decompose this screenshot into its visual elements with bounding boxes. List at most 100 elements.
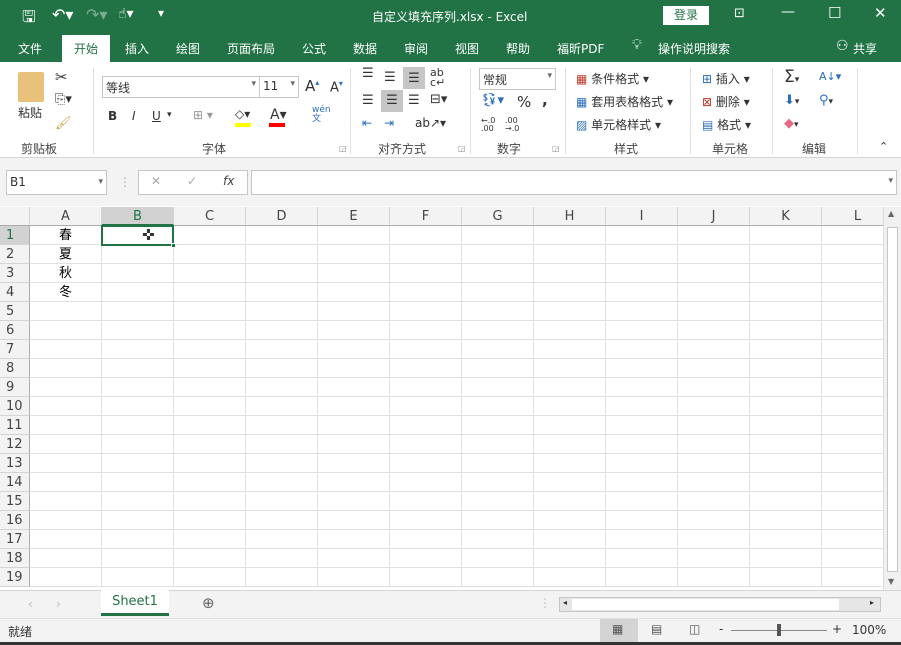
share-button[interactable]: 共享 bbox=[853, 40, 877, 57]
cell-C10[interactable] bbox=[174, 397, 246, 416]
cell-A5[interactable] bbox=[30, 302, 102, 321]
wrap-text-icon[interactable]: ab c↵ bbox=[430, 67, 445, 88]
cell-K8[interactable] bbox=[750, 359, 822, 378]
cell-H17[interactable] bbox=[534, 530, 606, 549]
tab-data[interactable]: 数据 bbox=[353, 40, 377, 57]
ribbon-display-icon[interactable]: ⊡ bbox=[734, 6, 745, 21]
cell-F15[interactable] bbox=[390, 492, 462, 511]
cell-G13[interactable] bbox=[462, 454, 534, 473]
bold-button[interactable]: B bbox=[108, 109, 117, 123]
cell-K15[interactable] bbox=[750, 492, 822, 511]
cell-J4[interactable] bbox=[678, 283, 750, 302]
cell-K5[interactable] bbox=[750, 302, 822, 321]
cell-F19[interactable] bbox=[390, 568, 462, 587]
cell-I19[interactable] bbox=[606, 568, 678, 587]
align-right-icon[interactable]: ☰ bbox=[408, 93, 420, 108]
cell-C7[interactable] bbox=[174, 340, 246, 359]
row-header-16[interactable]: 16 bbox=[0, 511, 30, 530]
scroll-down-icon[interactable]: ▼ bbox=[888, 577, 894, 586]
page-layout-view-icon[interactable]: ▤ bbox=[651, 622, 662, 636]
clear-icon[interactable]: ◆▾ bbox=[784, 116, 799, 131]
paste-icon[interactable] bbox=[18, 72, 44, 102]
row-header-12[interactable]: 12 bbox=[0, 435, 30, 454]
cell-F4[interactable] bbox=[390, 283, 462, 302]
cell-C15[interactable] bbox=[174, 492, 246, 511]
zoom-slider-thumb[interactable] bbox=[777, 624, 781, 636]
column-header-H[interactable]: H bbox=[534, 207, 606, 226]
column-header-J[interactable]: J bbox=[678, 207, 750, 226]
cell-E17[interactable] bbox=[318, 530, 390, 549]
decrease-font-icon[interactable]: A▾ bbox=[330, 79, 343, 95]
close-button[interactable]: ✕ bbox=[874, 4, 887, 22]
tab-file[interactable]: 文件 bbox=[18, 40, 42, 57]
add-sheet-icon[interactable]: ⊕ bbox=[202, 594, 215, 612]
format-cells-button[interactable]: ▤ 格式 ▾ bbox=[702, 116, 751, 133]
cell-E11[interactable] bbox=[318, 416, 390, 435]
decrease-indent-icon[interactable]: ⇤ bbox=[362, 116, 372, 130]
cell-F18[interactable] bbox=[390, 549, 462, 568]
cell-K10[interactable] bbox=[750, 397, 822, 416]
cell-D10[interactable] bbox=[246, 397, 318, 416]
scroll-up-icon[interactable]: ▲ bbox=[888, 209, 894, 218]
increase-font-icon[interactable]: A▴ bbox=[305, 77, 319, 95]
cell-G6[interactable] bbox=[462, 321, 534, 340]
cell-E9[interactable] bbox=[318, 378, 390, 397]
cell-L15[interactable] bbox=[822, 492, 883, 511]
row-header-17[interactable]: 17 bbox=[0, 530, 30, 549]
cell-C14[interactable] bbox=[174, 473, 246, 492]
decrease-decimal-icon[interactable]: .00 →.0 bbox=[505, 117, 519, 133]
increase-decimal-icon[interactable]: ←.0.00 bbox=[481, 117, 495, 133]
row-header-13[interactable]: 13 bbox=[0, 454, 30, 473]
cell-I13[interactable] bbox=[606, 454, 678, 473]
cell-B18[interactable] bbox=[102, 549, 174, 568]
cell-D7[interactable] bbox=[246, 340, 318, 359]
cell-A10[interactable] bbox=[30, 397, 102, 416]
cell-C19[interactable] bbox=[174, 568, 246, 587]
cell-A3[interactable]: 秋 bbox=[30, 264, 102, 283]
sort-filter-icon[interactable]: A↓▾ bbox=[819, 70, 841, 83]
column-header-K[interactable]: K bbox=[750, 207, 822, 226]
row-header-2[interactable]: 2 bbox=[0, 245, 30, 264]
column-header-L[interactable]: L bbox=[822, 207, 883, 226]
cell-K16[interactable] bbox=[750, 511, 822, 530]
maximize-button[interactable]: ☐ bbox=[828, 4, 841, 22]
cell-A1[interactable]: 春 bbox=[30, 226, 102, 245]
borders-icon[interactable]: ⊞ ▾ bbox=[193, 108, 213, 122]
cell-E19[interactable] bbox=[318, 568, 390, 587]
cell-L19[interactable] bbox=[822, 568, 883, 587]
vertical-scrollbar[interactable]: ▲ ▼ bbox=[883, 207, 901, 590]
cell-G14[interactable] bbox=[462, 473, 534, 492]
cell-D14[interactable] bbox=[246, 473, 318, 492]
cell-A14[interactable] bbox=[30, 473, 102, 492]
cell-L4[interactable] bbox=[822, 283, 883, 302]
cell-F5[interactable] bbox=[390, 302, 462, 321]
cell-H6[interactable] bbox=[534, 321, 606, 340]
row-header-11[interactable]: 11 bbox=[0, 416, 30, 435]
cell-J15[interactable] bbox=[678, 492, 750, 511]
cell-D12[interactable] bbox=[246, 435, 318, 454]
align-left-icon[interactable]: ☰ bbox=[362, 93, 374, 108]
delete-cells-button[interactable]: ⊠ 删除 ▾ bbox=[702, 93, 750, 110]
cell-G16[interactable] bbox=[462, 511, 534, 530]
cell-G9[interactable] bbox=[462, 378, 534, 397]
cell-B19[interactable] bbox=[102, 568, 174, 587]
cell-D3[interactable] bbox=[246, 264, 318, 283]
cell-G12[interactable] bbox=[462, 435, 534, 454]
cell-D15[interactable] bbox=[246, 492, 318, 511]
cell-K6[interactable] bbox=[750, 321, 822, 340]
cell-H7[interactable] bbox=[534, 340, 606, 359]
collapse-ribbon-icon[interactable]: ⌃ bbox=[879, 140, 888, 153]
tell-me-search[interactable]: 操作说明搜索 bbox=[658, 40, 730, 57]
save-icon[interactable]: 🖫 bbox=[22, 6, 36, 33]
cell-F9[interactable] bbox=[390, 378, 462, 397]
cell-A9[interactable] bbox=[30, 378, 102, 397]
cell-A16[interactable] bbox=[30, 511, 102, 530]
insert-cells-button[interactable]: ⊞ 插入 ▾ bbox=[702, 70, 750, 87]
scroll-right-icon[interactable]: ▸ bbox=[870, 598, 874, 607]
cell-E4[interactable] bbox=[318, 283, 390, 302]
cell-F1[interactable] bbox=[390, 226, 462, 245]
cell-E15[interactable] bbox=[318, 492, 390, 511]
row-header-18[interactable]: 18 bbox=[0, 549, 30, 568]
vertical-scroll-thumb[interactable] bbox=[887, 227, 898, 572]
cell-D16[interactable] bbox=[246, 511, 318, 530]
